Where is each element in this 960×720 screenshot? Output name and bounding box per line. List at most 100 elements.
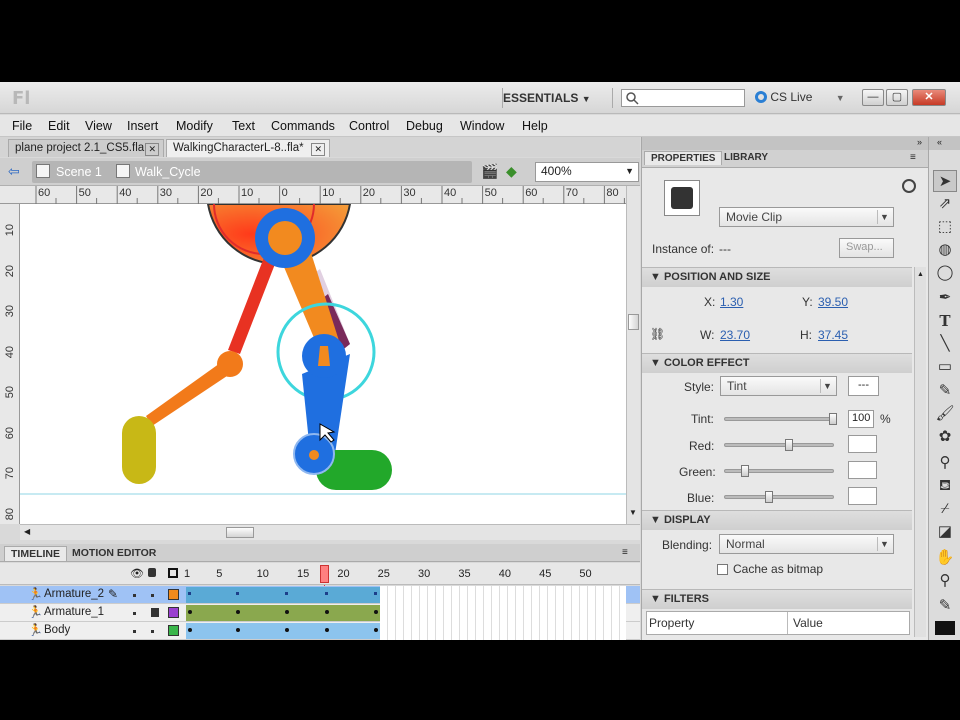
- paint-bucket-icon[interactable]: ⛾: [933, 475, 957, 497]
- line-icon[interactable]: ╲: [933, 333, 957, 355]
- symbol-type-select[interactable]: Movie Clip ▼: [719, 207, 894, 227]
- 3d-rotation-icon[interactable]: ◍: [933, 239, 957, 261]
- tab-library[interactable]: LIBRARY: [718, 151, 774, 164]
- tab-plane-project[interactable]: plane project 2.1_CS5.fla ✕: [8, 139, 164, 157]
- zoom-select[interactable]: 400% ▼: [535, 162, 639, 182]
- playhead[interactable]: [320, 565, 329, 583]
- menu-help[interactable]: Help: [522, 119, 548, 133]
- layer-row[interactable]: 🏃 Armature_2 ✎: [0, 586, 640, 604]
- close-tab-icon[interactable]: ✕: [311, 143, 325, 156]
- layer-outline-color[interactable]: [168, 607, 179, 618]
- vertical-scrollbar[interactable]: ▼: [626, 186, 640, 524]
- eyedropper-icon[interactable]: ⌿: [933, 498, 957, 520]
- subselection-icon[interactable]: ⇗: [933, 193, 957, 215]
- menu-commands[interactable]: Commands: [271, 119, 335, 133]
- free-transform-icon[interactable]: ⬚: [933, 216, 957, 238]
- red-slider[interactable]: [724, 439, 834, 451]
- breadcrumb-symbol[interactable]: Walk_Cycle: [135, 165, 201, 179]
- deco-icon[interactable]: ✿: [933, 426, 957, 448]
- hand-icon[interactable]: ✋: [933, 547, 957, 569]
- slider-thumb[interactable]: [741, 465, 749, 477]
- zoom-icon[interactable]: ⚲: [933, 570, 957, 592]
- selection-icon[interactable]: ➤: [933, 170, 957, 192]
- brush-icon[interactable]: 🖌: [933, 403, 957, 425]
- section-color-effect[interactable]: ▼ COLOR EFFECT: [642, 353, 912, 373]
- breadcrumb-scene[interactable]: Scene 1: [56, 165, 102, 179]
- scroll-up-icon[interactable]: ▲: [917, 271, 924, 278]
- slider-thumb[interactable]: [765, 491, 773, 503]
- stroke-color-icon[interactable]: ✎: [933, 595, 957, 617]
- menu-control[interactable]: Control: [349, 119, 389, 133]
- keyframe[interactable]: [188, 610, 192, 614]
- style-select[interactable]: Tint ▼: [720, 376, 837, 396]
- panel-menu-icon[interactable]: ≡: [910, 152, 916, 163]
- red-swatch[interactable]: [848, 435, 877, 453]
- tab-walking-character[interactable]: WalkingCharacterL-8..fla* ✕: [166, 139, 330, 157]
- stage-canvas[interactable]: [20, 204, 626, 524]
- tab-properties[interactable]: PROPERTIES: [644, 151, 723, 165]
- keyframe[interactable]: [325, 592, 329, 595]
- lock-toggle[interactable]: [151, 630, 154, 633]
- menu-modify[interactable]: Modify: [176, 119, 213, 133]
- fill-color-icon[interactable]: [935, 621, 955, 635]
- keyframe[interactable]: [188, 592, 191, 595]
- lock-proportions-icon[interactable]: ⛓: [650, 327, 665, 341]
- visibility-toggle[interactable]: [133, 630, 136, 633]
- green-slider[interactable]: [724, 465, 834, 477]
- keyframe[interactable]: [284, 628, 289, 632]
- lock-icon[interactable]: [148, 568, 156, 577]
- tab-motion-editor[interactable]: MOTION EDITOR: [66, 546, 162, 560]
- horizontal-scrollbar[interactable]: ◀: [20, 524, 640, 540]
- keyframe[interactable]: [373, 610, 378, 614]
- scroll-down-icon[interactable]: ▼: [629, 508, 637, 517]
- scroll-thumb[interactable]: [226, 527, 254, 538]
- minimize-button[interactable]: —: [862, 89, 884, 106]
- blue-swatch[interactable]: [848, 487, 877, 505]
- outline-icon[interactable]: [168, 568, 178, 578]
- pose-span[interactable]: [186, 605, 380, 621]
- expand-icon[interactable]: «: [937, 137, 942, 147]
- lock-toggle[interactable]: [151, 594, 154, 597]
- workspace-switcher[interactable]: ESSENTIALS ▼: [503, 91, 591, 105]
- scroll-left-icon[interactable]: ◀: [24, 527, 30, 536]
- keyframe[interactable]: [284, 592, 288, 595]
- menu-edit[interactable]: Edit: [48, 119, 70, 133]
- eraser-icon[interactable]: ◪: [933, 521, 957, 543]
- eye-icon[interactable]: 👁: [130, 567, 144, 580]
- keyframe[interactable]: [373, 592, 377, 595]
- layer-outline-color[interactable]: [168, 625, 179, 636]
- swap-button[interactable]: Swap...: [839, 238, 894, 258]
- menu-window[interactable]: Window: [460, 119, 504, 133]
- back-arrow-icon[interactable]: ⇦: [8, 163, 20, 180]
- blending-select[interactable]: Normal ▼: [719, 534, 894, 554]
- h-value[interactable]: 37.45: [818, 328, 848, 342]
- lock-icon[interactable]: [151, 608, 159, 617]
- pose-span[interactable]: [186, 623, 380, 639]
- layer-outline-color[interactable]: [168, 589, 179, 600]
- empty-frames[interactable]: [379, 622, 626, 640]
- green-swatch[interactable]: [848, 461, 877, 479]
- text-icon[interactable]: T: [933, 310, 957, 332]
- tab-timeline[interactable]: TIMELINE: [4, 546, 67, 561]
- slider-thumb[interactable]: [785, 439, 793, 451]
- y-value[interactable]: 39.50: [818, 295, 848, 309]
- section-position-size[interactable]: ▼ POSITION AND SIZE: [642, 267, 912, 287]
- keyframe[interactable]: [373, 628, 378, 632]
- blue-slider[interactable]: [724, 491, 834, 503]
- layer-name[interactable]: Armature_2: [44, 588, 104, 600]
- empty-frames[interactable]: [379, 586, 626, 604]
- section-display[interactable]: ▼ DISPLAY: [642, 510, 912, 530]
- layer-name[interactable]: Armature_1: [44, 606, 104, 618]
- close-button[interactable]: ✕: [912, 89, 946, 106]
- w-value[interactable]: 23.70: [720, 328, 750, 342]
- visibility-toggle[interactable]: [133, 612, 136, 615]
- edit-symbol-icon[interactable]: [902, 179, 916, 193]
- visibility-toggle[interactable]: [133, 594, 136, 597]
- layer-row[interactable]: 🏃 Body: [0, 622, 640, 640]
- lasso-icon[interactable]: ◯: [933, 262, 957, 284]
- menu-debug[interactable]: Debug: [406, 119, 443, 133]
- keyframe[interactable]: [284, 610, 289, 614]
- rectangle-icon[interactable]: ▭: [933, 356, 957, 378]
- bone-icon[interactable]: ⚲: [933, 452, 957, 474]
- pen-icon[interactable]: ✒: [933, 287, 957, 309]
